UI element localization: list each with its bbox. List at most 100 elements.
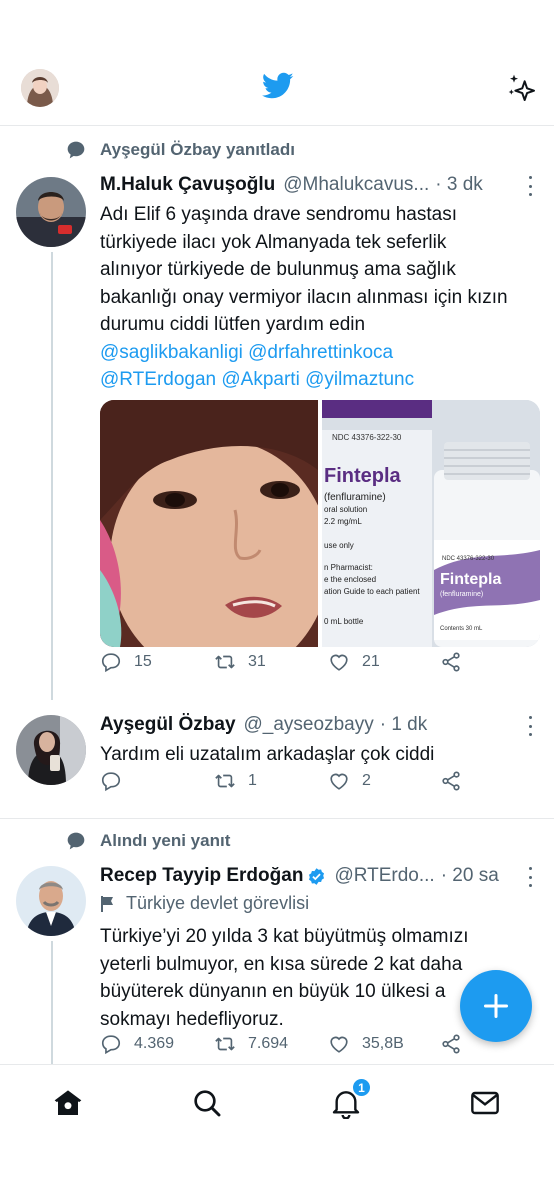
tweet-media[interactable]: NDC 43376-322-30 Fintepla (fenfluramine)…: [100, 400, 540, 647]
bottle-label-text: NDC 43376-322-30: [442, 556, 495, 562]
retweet-button[interactable]: 7.694: [214, 1033, 288, 1055]
thread-line: [51, 252, 53, 700]
twitter-bird-icon[interactable]: [262, 72, 294, 100]
search-icon[interactable]: [191, 1087, 223, 1119]
medicine-label-text: 0 mL bottle: [324, 617, 364, 626]
tweet-time[interactable]: · 1 dk: [380, 714, 428, 736]
reply-icon: [101, 653, 121, 673]
tweet-mentions[interactable]: @RTErdogan @Akparti @yilmaztunc: [100, 366, 540, 394]
reply-context-icon: [67, 832, 85, 850]
author-handle[interactable]: @Mhalukcavus...: [283, 174, 429, 196]
messages-icon[interactable]: [469, 1087, 501, 1119]
profile-avatar[interactable]: [21, 69, 59, 107]
tweet-text-line: Adı Elif 6 yaşında drave sendromu hastas…: [100, 204, 457, 225]
medicine-label-text: 2.2 mg/mL: [324, 517, 362, 526]
heart-icon: [330, 654, 348, 671]
retweet-icon: [215, 1037, 235, 1051]
media-photo-medicine[interactable]: NDC 43376-322-30 Fintepla (fenfluramine)…: [322, 400, 540, 647]
author-name[interactable]: Recep Tayyip Erdoğan: [100, 865, 303, 887]
reply-context-icon: [67, 141, 85, 159]
tweet-text-line: bakanlığı onay vermiyor ilacın alınması …: [100, 286, 508, 308]
divider: [0, 818, 554, 819]
social-context: Ayşegül Özbay yanıtladı: [66, 140, 295, 160]
tweet-text-line: Yardım eli uzatalım arkadaşlar çok ciddi: [100, 744, 435, 765]
retweet-icon: [215, 655, 235, 669]
retweet-icon: [215, 774, 235, 788]
author-name[interactable]: M.Haluk Çavuşoğlu: [100, 174, 275, 196]
home-icon[interactable]: [52, 1087, 84, 1119]
reply-count: 15: [134, 653, 152, 670]
tweet-text-line: türkiyede ilacı yok Almanyada tek seferl…: [100, 231, 447, 253]
tweet-text: Yardım eli uzatalım arkadaşlar çok ciddi: [100, 741, 540, 769]
retweet-count: 1: [248, 772, 257, 789]
bottle-label-text: (fenfluramine): [440, 591, 483, 598]
tweet-header: Recep Tayyip Erdoğan @RTErdo... · 20 sa: [100, 865, 534, 887]
tweet-header: Ayşegül Özbay @_ayseozbayy · 1 dk: [100, 714, 534, 736]
like-button[interactable]: 35,8B: [328, 1033, 404, 1055]
share-icon: [442, 652, 460, 672]
avatar-image: [16, 866, 86, 936]
share-button[interactable]: [440, 1033, 462, 1055]
more-options-icon[interactable]: [526, 716, 534, 736]
author-avatar[interactable]: [16, 866, 86, 936]
tweet-time[interactable]: · 20 sa: [441, 865, 499, 887]
like-button[interactable]: 2: [328, 770, 371, 792]
author-avatar[interactable]: [16, 715, 86, 785]
avatar-image: [16, 177, 86, 247]
author-handle[interactable]: @RTErdo...: [334, 865, 434, 887]
media-photo-child[interactable]: [100, 400, 318, 647]
like-button[interactable]: 21: [328, 651, 380, 673]
share-icon: [442, 771, 460, 791]
bottle-label-text: Contents 30 mL: [440, 626, 483, 632]
medicine-label-text: NDC 43376-322-30: [332, 433, 402, 442]
more-options-icon[interactable]: [526, 867, 534, 887]
like-count: 2: [362, 772, 371, 789]
social-context-text: Ayşegül Özbay yanıtladı: [100, 140, 295, 159]
author-avatar[interactable]: [16, 177, 86, 247]
medicine-photo: NDC 43376-322-30 Fintepla (fenfluramine)…: [322, 400, 540, 647]
medicine-label-text: (fenfluramine): [324, 492, 386, 503]
thread-line: [51, 941, 53, 1064]
reply-button[interactable]: [100, 770, 134, 792]
reply-button[interactable]: 15: [100, 651, 152, 673]
reply-icon: [101, 1035, 121, 1055]
medicine-label-text: e the enclosed: [324, 575, 376, 584]
government-label: Türkiye devlet görevlisi: [100, 893, 309, 914]
medicine-label-text: n Pharmacist:: [324, 563, 373, 572]
tweet-text-line: Türkiye’yi 20 yılda 3 kat büyütmüş olmam…: [100, 926, 469, 947]
tweet-time[interactable]: · 3 dk: [435, 174, 483, 196]
tweet-text: Adı Elif 6 yaşında drave sendromu hastas…: [100, 201, 540, 394]
retweet-button[interactable]: 31: [214, 651, 266, 673]
child-photo: [100, 400, 318, 647]
retweet-count: 31: [248, 653, 266, 670]
tweet-text-line: durumu ciddi lütfen yardım edin: [100, 314, 366, 335]
author-name[interactable]: Ayşegül Özbay: [100, 714, 236, 736]
top-bar: [0, 0, 554, 126]
retweet-button[interactable]: 1: [214, 770, 257, 792]
government-label-text: Türkiye devlet görevlisi: [126, 893, 310, 913]
social-context-text: Alındı yeni yanıt: [100, 831, 231, 850]
heart-icon: [330, 1036, 348, 1053]
medicine-label-text: oral solution: [324, 505, 367, 514]
share-icon: [442, 1034, 460, 1054]
compose-button[interactable]: [460, 970, 532, 1042]
tweet-header: M.Haluk Çavuşoğlu @Mhalukcavus... · 3 dk: [100, 174, 534, 196]
share-button[interactable]: [440, 651, 462, 673]
more-options-icon[interactable]: [526, 176, 534, 196]
tweet-text-line: yeterli bulmuyor, en kısa sürede 2 kat d…: [100, 953, 463, 975]
reply-icon: [101, 772, 121, 792]
notification-badge: 1: [352, 1078, 371, 1097]
avatar-image: [21, 69, 59, 107]
tweet-mentions[interactable]: @saglikbakanligi @drfahrettinkoca: [100, 339, 540, 367]
sparkle-icon[interactable]: [506, 72, 538, 104]
flag-icon: [101, 895, 113, 912]
author-handle[interactable]: @_ayseozbayy: [244, 714, 374, 736]
bottle-label-text: Fintepla: [440, 571, 501, 588]
social-context: Alındı yeni yanıt: [66, 831, 230, 851]
like-count: 21: [362, 653, 380, 670]
reply-count: 4.369: [134, 1035, 175, 1052]
tweet-text-line: alınıyor türkiyede de bulunmuş ama sağlı…: [100, 259, 456, 280]
medicine-label-text: ation Guide to each patient: [324, 587, 420, 596]
share-button[interactable]: [440, 770, 462, 792]
reply-button[interactable]: 4.369: [100, 1033, 174, 1055]
